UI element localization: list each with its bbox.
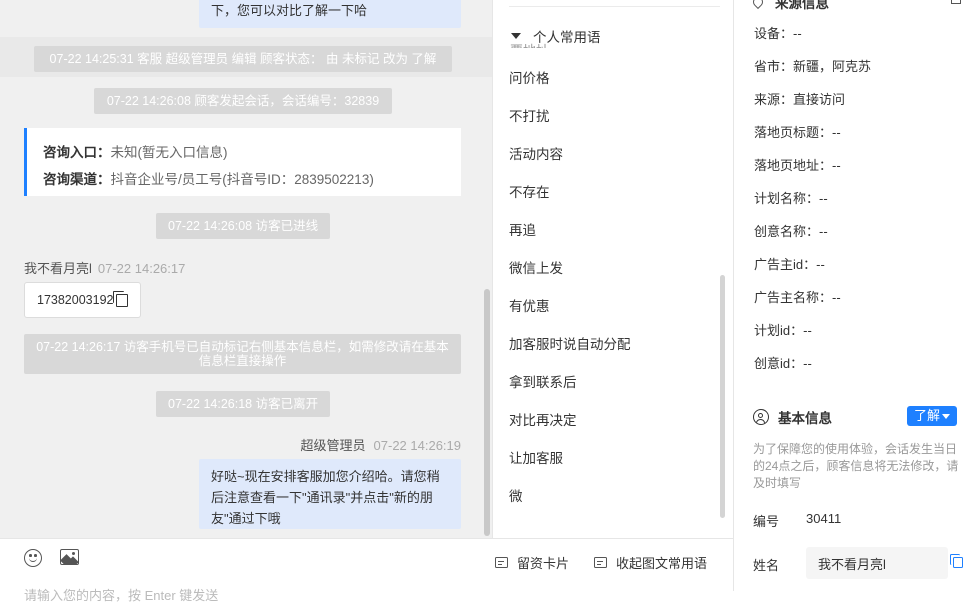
- location-icon: [750, 0, 766, 10]
- name-field[interactable]: [806, 547, 948, 579]
- phrase-list: 问价格 不打扰 活动内容 不存在 再追 微信上发 有优惠 加客服时说自动分配 拿…: [509, 69, 631, 525]
- chevron-down-icon: [942, 414, 950, 419]
- user-icon: [753, 409, 769, 425]
- chat-scrollbar[interactable]: [484, 289, 490, 536]
- message-input[interactable]: 请输入您的内容，按 Enter 键发送: [24, 585, 218, 604]
- agent-sender-line: 超级管理员 07-22 14:26:19: [301, 435, 461, 454]
- image-icon[interactable]: [60, 549, 79, 565]
- phrase-item[interactable]: 拿到联系后: [509, 373, 631, 411]
- visitor-phone-message[interactable]: 17382003192: [24, 282, 141, 318]
- system-message-entered: 07-22 14:26:08 访客已进线: [156, 213, 330, 239]
- caret-down-icon: [511, 33, 521, 39]
- phrase-item[interactable]: 问价格: [509, 69, 631, 107]
- message-composer: 留资卡片 收起图文常用语 请输入您的内容，按 Enter 键发送: [0, 538, 733, 603]
- agent-name: 超级管理员: [300, 438, 366, 453]
- visitor-name: 我不看月亮l: [24, 261, 92, 276]
- phrase-item[interactable]: 有优惠: [509, 297, 631, 335]
- collapse-phrases-label: 收起图文常用语: [616, 556, 708, 571]
- source-row-landing-title: 落地页标题：--: [754, 125, 841, 140]
- consult-info-card: 咨询入口：未知(暂无入口信息) 咨询渠道：抖音企业号/员工号(抖音号ID：283…: [24, 128, 461, 196]
- emoji-icon[interactable]: [24, 549, 42, 567]
- agent-message-text: 好哒~现在安排客服加您介绍哈。请您稍后注意查看一下"通讯录"并点击"新的朋友"通…: [211, 469, 440, 526]
- expand-icon[interactable]: [951, 0, 961, 4]
- source-section-title: 来源信息: [750, 0, 829, 12]
- source-row-advertiser-name: 广告主名称：--: [754, 290, 841, 305]
- name-label: 姓名: [753, 558, 780, 573]
- common-phrases-panel: 要地址 个人常用语 问价格 不打扰 活动内容 不存在 再追 微信上发 有优惠 加…: [492, 0, 733, 538]
- customer-status-value: 了解: [914, 408, 941, 423]
- system-message-session-start: 07-22 14:26:08 顾客发起会话，会话编号：32839: [94, 88, 392, 114]
- visitor-time: 07-22 14:26:17: [97, 261, 186, 276]
- system-message-left: 07-22 14:26:18 访客已离开: [156, 391, 330, 417]
- phrase-icon: [594, 557, 607, 568]
- chat-area: 下，您可以对比了解一下哈 07-22 14:25:31 客服 超级管理员 编辑 …: [0, 0, 492, 538]
- lead-card-button[interactable]: 留资卡片: [495, 553, 569, 572]
- agent-message-bubble: 下，您可以对比了解一下哈: [199, 0, 461, 28]
- source-row-plan-id: 计划id：--: [754, 323, 812, 338]
- phrase-item[interactable]: 活动内容: [509, 145, 631, 183]
- source-row-advertiser-id: 广告主id：--: [754, 257, 825, 272]
- divider: [509, 6, 720, 7]
- consult-entry-value: 未知(暂无入口信息): [110, 145, 228, 160]
- source-row-plan-name: 计划名称：--: [754, 191, 828, 206]
- phrase-group-title: 个人常用语: [533, 30, 601, 45]
- basic-info-title-text: 基本信息: [778, 411, 832, 426]
- consult-channel-row: 咨询渠道：抖音企业号/员工号(抖音号ID：2839502213): [43, 166, 445, 193]
- phrase-item[interactable]: 对比再决定: [509, 411, 631, 449]
- source-row-creative-name: 创意名称：--: [754, 224, 828, 239]
- basic-info-title: 基本信息: [753, 407, 832, 427]
- source-row-region: 省市：新疆，阿克苏: [754, 59, 872, 74]
- visitor-sender-line: 我不看月亮l 07-22 14:26:17: [24, 258, 185, 277]
- lead-card-label: 留资卡片: [517, 556, 570, 571]
- system-message-status-change: 07-22 14:25:31 客服 超级管理员 编辑 顾客状态： 由 未标记 改…: [34, 46, 452, 72]
- consult-entry-row: 咨询入口：未知(暂无入口信息): [43, 139, 445, 166]
- system-message-phone-tag: 07-22 14:26:17 访客手机号已自动标记右侧基本信息栏，如需修改请在基…: [24, 334, 461, 374]
- edit-hint: 为了保障您的使用体验，会话发生当日的24点之后，顾客信息将无法修改，请及时填写: [753, 442, 959, 490]
- consult-channel-label: 咨询渠道：: [43, 172, 111, 187]
- phrase-item[interactable]: 微: [509, 487, 631, 525]
- phrases-scrollbar[interactable]: [720, 275, 725, 518]
- source-row-device: 设备：--: [754, 26, 802, 41]
- phrase-item[interactable]: 不存在: [509, 183, 631, 221]
- copy-icon[interactable]: [950, 554, 963, 568]
- source-row-creative-id: 创意id：--: [754, 356, 812, 371]
- phrase-item[interactable]: 微信上发: [509, 259, 631, 297]
- agent-time: 07-22 14:26:19: [373, 438, 461, 453]
- source-title-text: 来源信息: [775, 0, 829, 11]
- source-row-origin: 来源：直接访问: [754, 92, 846, 107]
- phrase-item[interactable]: 让加客服: [509, 449, 631, 487]
- number-label: 编号: [753, 514, 780, 529]
- copy-icon[interactable]: [113, 291, 128, 307]
- customer-info-panel: 来源信息 设备：-- 省市：新疆，阿克苏 来源：直接访问 落地页标题：-- 落地…: [733, 0, 975, 591]
- collapse-phrases-button[interactable]: 收起图文常用语: [594, 553, 707, 572]
- visitor-phone: 17382003192: [37, 293, 114, 307]
- source-row-landing-url: 落地页地址：--: [754, 158, 841, 173]
- source-info-list: 设备：-- 省市：新疆，阿克苏 来源：直接访问 落地页标题：-- 落地页地址：-…: [754, 26, 871, 389]
- consult-entry-label: 咨询入口：: [43, 145, 111, 160]
- agent-message-text: 下，您可以对比了解一下哈: [211, 3, 368, 18]
- phrase-item[interactable]: 加客服时说自动分配: [509, 335, 631, 373]
- agent-message-bubble: 好哒~现在安排客服加您介绍哈。请您稍后注意查看一下"通讯录"并点击"新的朋友"通…: [199, 459, 461, 529]
- customer-status-dropdown[interactable]: 了解: [907, 406, 957, 426]
- phrase-item[interactable]: 不打扰: [509, 107, 631, 145]
- consult-channel-value: 抖音企业号/员工号(抖音号ID：2839502213): [110, 172, 374, 187]
- phrase-group-header[interactable]: 个人常用语: [511, 26, 601, 46]
- number-value: 30411: [806, 511, 842, 526]
- phrase-item[interactable]: 再追: [509, 221, 631, 259]
- card-icon: [495, 557, 508, 568]
